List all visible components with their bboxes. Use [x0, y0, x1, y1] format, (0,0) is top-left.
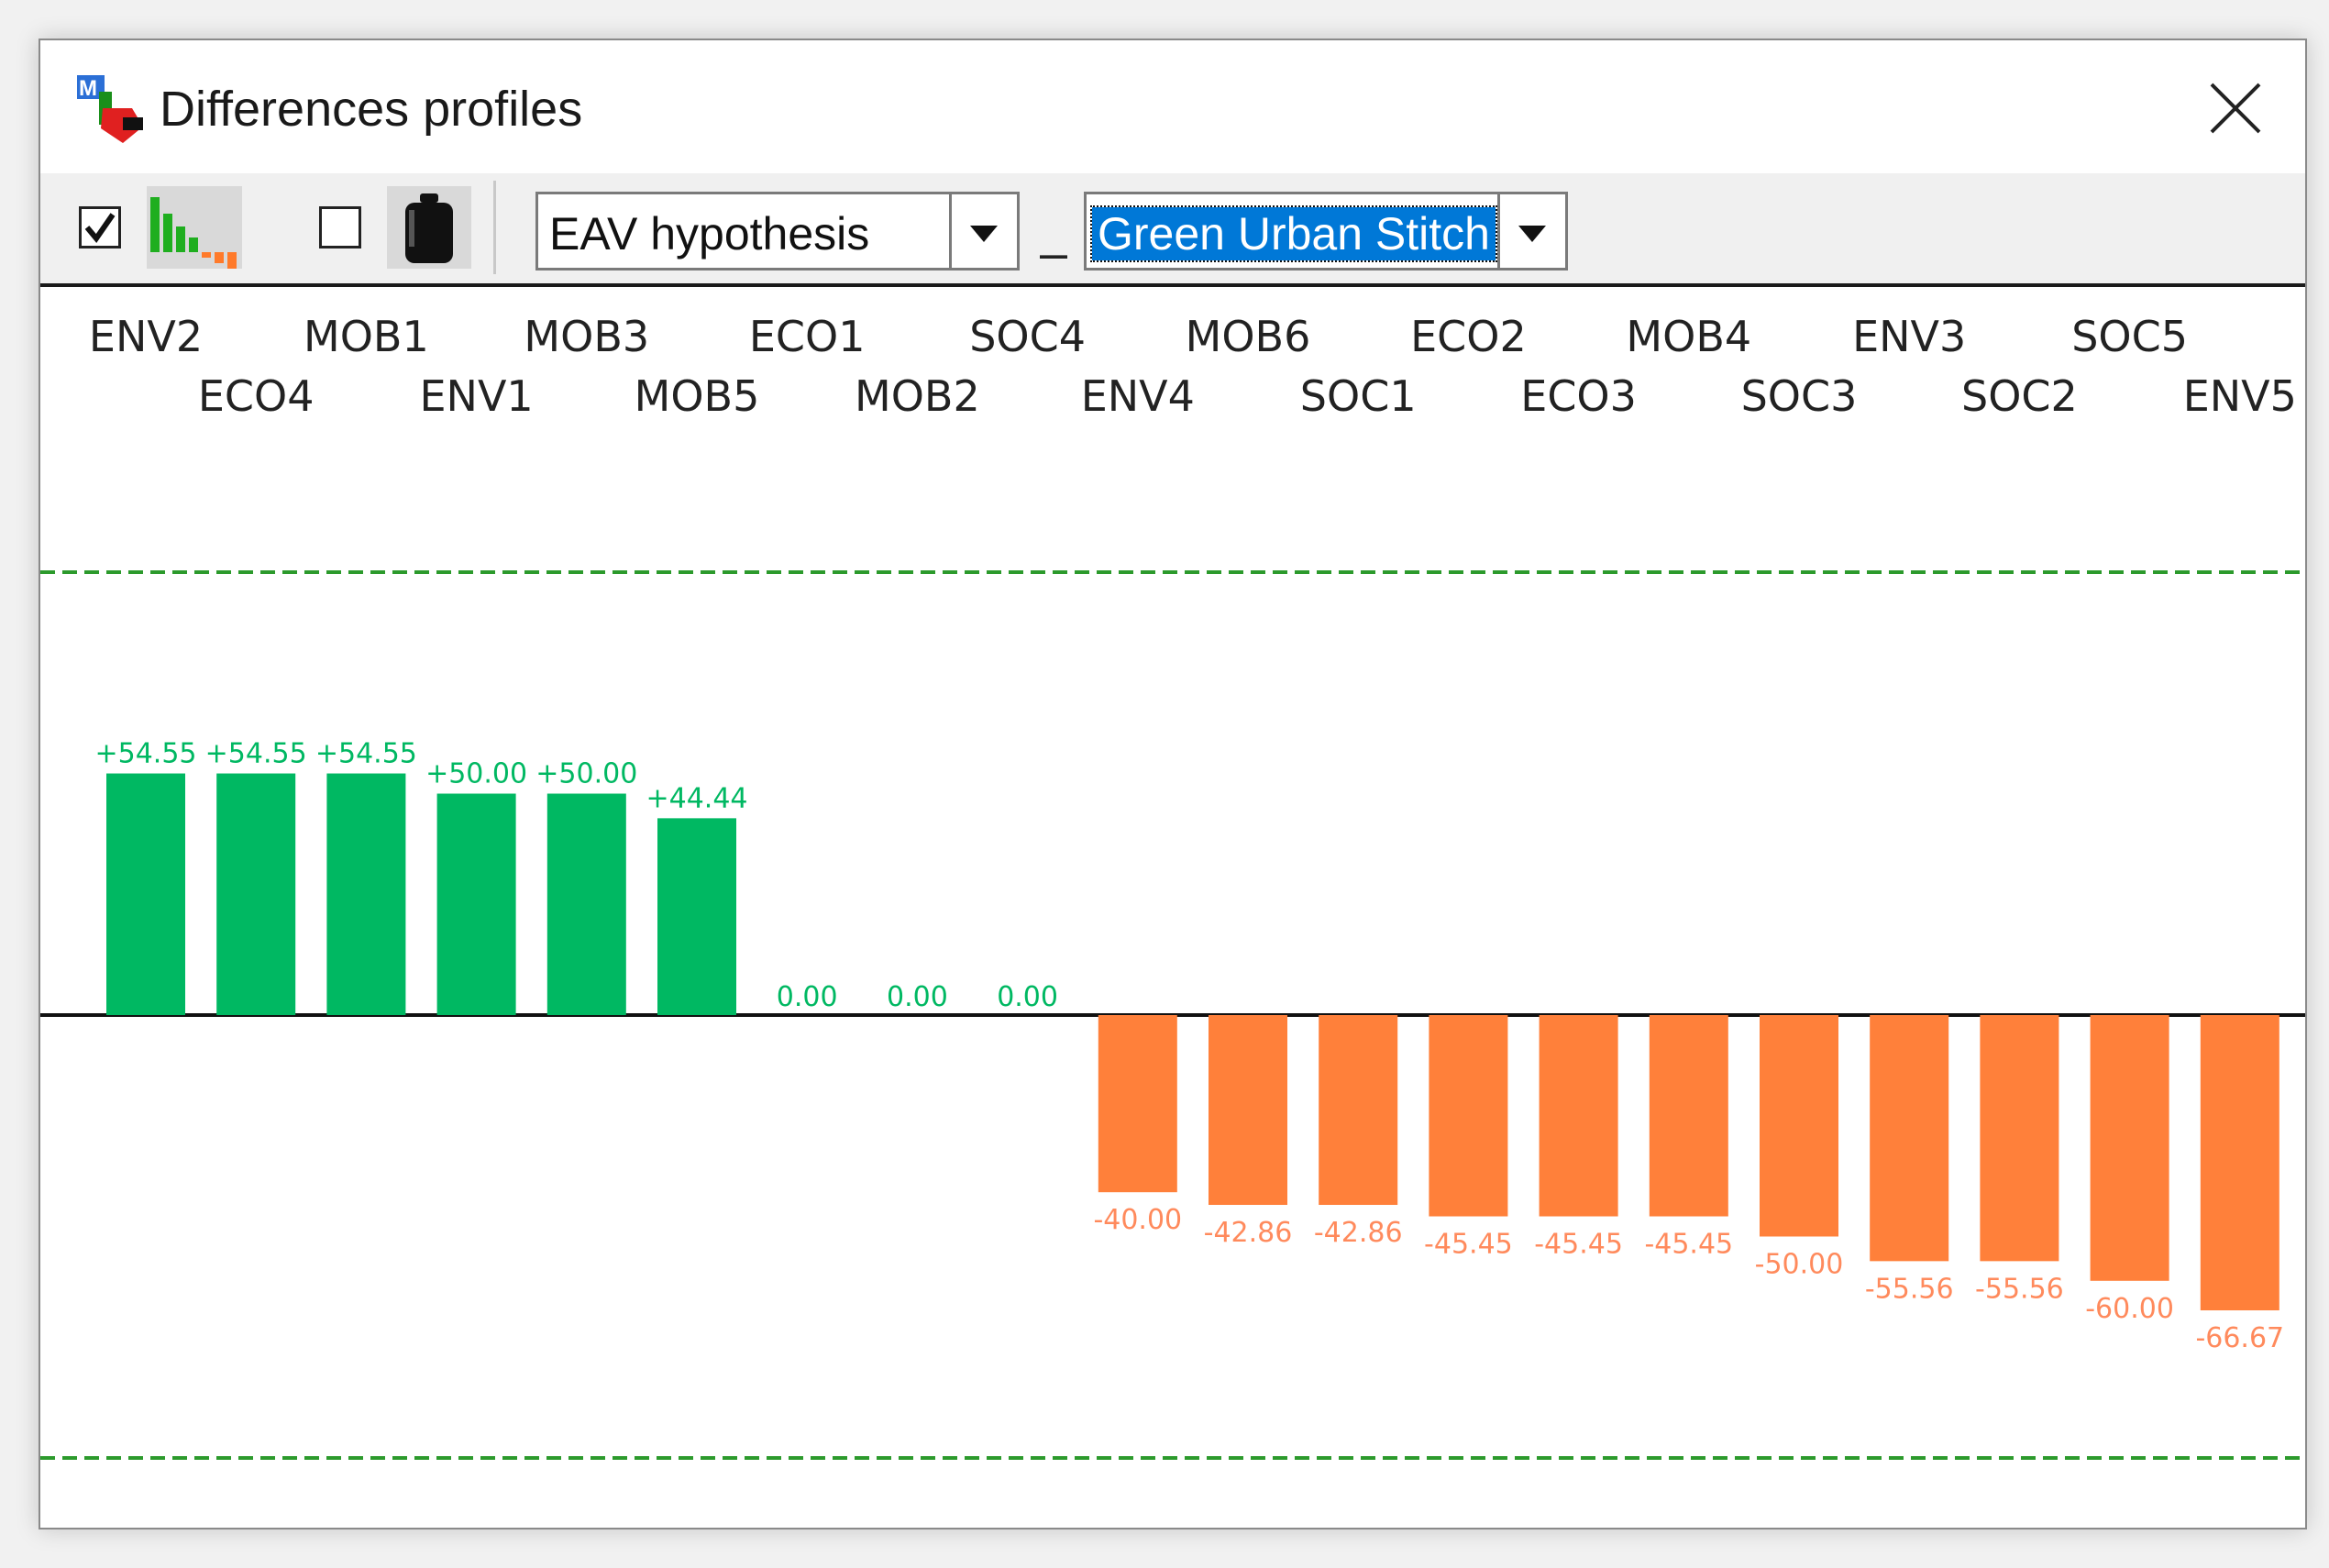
category-label: SOC3	[1741, 371, 1858, 421]
toolbar-options-group	[44, 181, 496, 274]
category-label: ENV2	[89, 312, 203, 361]
bar	[546, 793, 626, 1015]
category-label: SOC5	[2071, 312, 2188, 361]
category-label: ECO3	[1520, 371, 1637, 421]
category-label: SOC2	[1961, 371, 2078, 421]
value-label: -60.00	[2085, 1293, 2174, 1325]
category-label: MOB5	[635, 371, 760, 421]
value-label: 0.00	[887, 981, 948, 1013]
right-scenario-value: Green Urban Stitch	[1090, 205, 1497, 262]
bar	[326, 773, 406, 1015]
bar	[1429, 1015, 1508, 1217]
differences-bar-chart: ENV2 +54.55 ECO4 +54.55 MOB1 +54.55 ENV1 +50.00…	[40, 312, 2305, 1460]
bar	[2090, 1015, 2169, 1281]
value-label: -42.86	[1204, 1217, 1293, 1249]
bar	[1098, 1015, 1177, 1193]
category-label: SOC1	[1300, 371, 1417, 421]
value-label: +44.44	[646, 782, 747, 814]
category-label: ECO2	[1410, 312, 1527, 361]
left-scenario-combo[interactable]: EAV hypothesis	[535, 192, 1020, 271]
show-weights-checkbox[interactable]	[319, 206, 361, 248]
bar	[106, 773, 185, 1015]
bar	[216, 773, 296, 1015]
category-label: MOB3	[524, 312, 649, 361]
value-label: -42.86	[1314, 1217, 1403, 1249]
scenario-separator: –	[1040, 226, 1068, 281]
weight-icon[interactable]	[387, 186, 471, 269]
close-icon[interactable]	[2202, 75, 2268, 141]
value-label: -40.00	[1093, 1204, 1182, 1236]
title-bar: M Differences profiles	[40, 40, 2305, 173]
value-label: 0.00	[777, 981, 838, 1013]
differences-profiles-window: M Differences profiles EAV hypothesis – …	[39, 39, 2307, 1529]
bar	[436, 793, 516, 1015]
checkmark-icon	[84, 213, 116, 243]
bar	[1649, 1015, 1728, 1217]
left-scenario-value: EAV hypothesis	[549, 208, 870, 259]
value-label: +54.55	[315, 738, 417, 770]
chevron-down-icon[interactable]	[949, 194, 1017, 268]
value-label: -55.56	[1975, 1273, 2064, 1305]
value-label: -50.00	[1755, 1249, 1844, 1281]
window-title: Differences profiles	[160, 82, 583, 137]
category-label: ENV3	[1852, 312, 1966, 361]
category-label: MOB1	[304, 312, 429, 361]
value-label: -45.45	[1424, 1229, 1513, 1261]
multicriteria-app-icon: M	[77, 75, 143, 143]
toolbar: EAV hypothesis – Green Urban Stitch	[40, 173, 2305, 287]
differences-chart: ENV2 +54.55 ECO4 +54.55 MOB1 +54.55 ENV1 +50.00…	[40, 287, 2305, 1528]
value-label: -45.45	[1644, 1229, 1733, 1261]
value-label: +50.00	[535, 758, 637, 790]
chevron-down-icon[interactable]	[1497, 194, 1565, 268]
value-label: -45.45	[1534, 1229, 1623, 1261]
bar	[1760, 1015, 1838, 1237]
category-label: ENV1	[419, 371, 533, 421]
category-label: MOB4	[1626, 312, 1751, 361]
category-label: ECO4	[198, 371, 315, 421]
bar	[1209, 1015, 1287, 1206]
bar	[1980, 1015, 2059, 1262]
bar	[1319, 1015, 1398, 1206]
bar	[657, 818, 736, 1015]
bar	[1870, 1015, 1949, 1262]
value-label: +54.55	[205, 738, 307, 770]
value-label: +50.00	[425, 758, 527, 790]
show-profile-checkbox[interactable]	[79, 206, 121, 248]
svg-text:M: M	[79, 76, 97, 101]
value-label: -66.67	[2195, 1322, 2284, 1354]
value-label: +54.55	[94, 738, 196, 770]
category-label: MOB2	[855, 371, 980, 421]
right-scenario-combo[interactable]: Green Urban Stitch	[1084, 192, 1568, 271]
category-label: ENV5	[2183, 371, 2297, 421]
category-label: MOB6	[1186, 312, 1311, 361]
category-label: ENV4	[1081, 371, 1195, 421]
category-label: ECO1	[749, 312, 866, 361]
bar	[1539, 1015, 1618, 1217]
bar-profile-icon[interactable]	[147, 186, 242, 269]
bar	[2200, 1015, 2279, 1311]
category-label: SOC4	[969, 312, 1086, 361]
value-label: -55.56	[1865, 1273, 1954, 1305]
value-label: 0.00	[997, 981, 1058, 1013]
